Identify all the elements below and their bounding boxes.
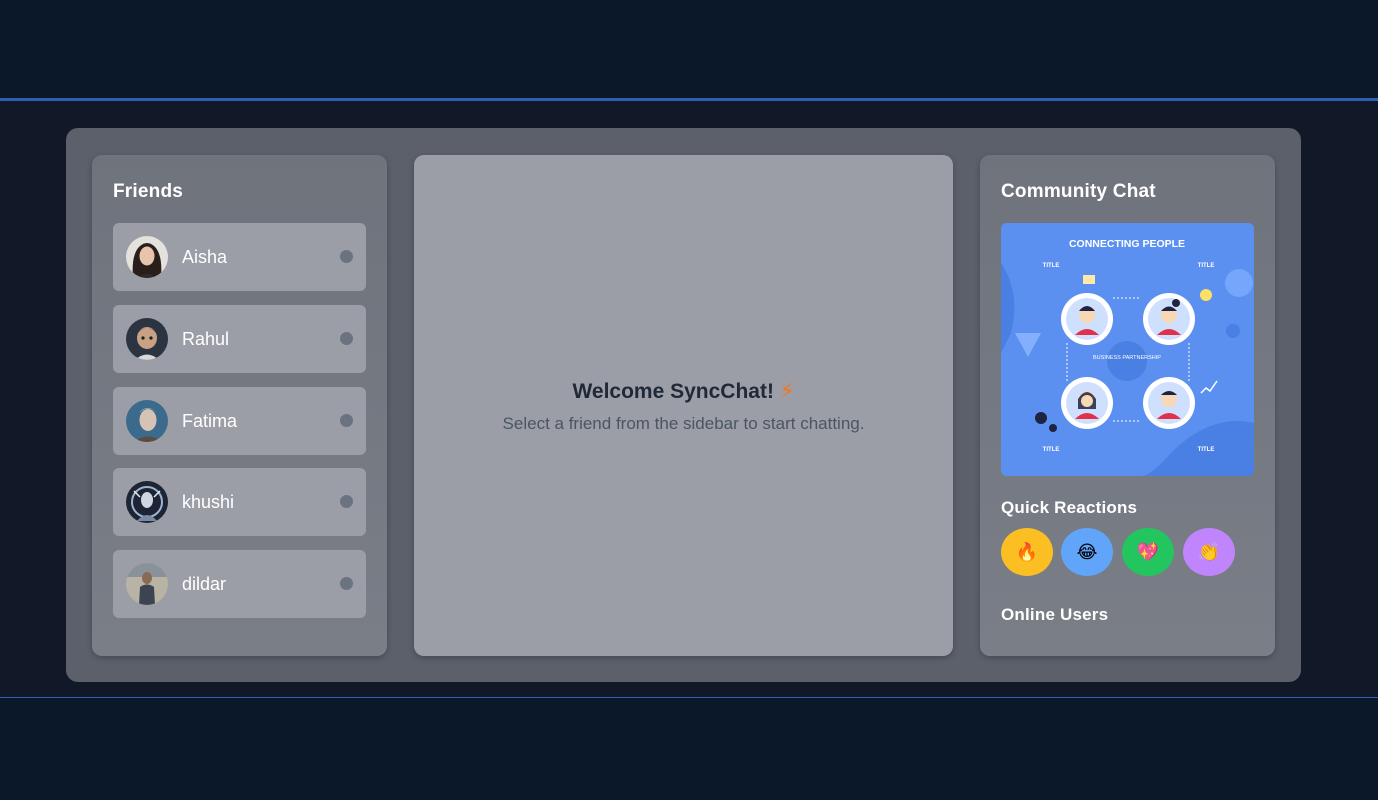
illustration-corner-label: TITLE xyxy=(1198,263,1215,269)
footer-bar xyxy=(0,697,1378,800)
reaction-heart-button[interactable]: 💖 xyxy=(1122,528,1174,576)
community-panel: Community Chat CONNECTING PEOPLE BUSINES… xyxy=(980,155,1275,656)
top-header-bar xyxy=(0,0,1378,101)
friend-name: Rahul xyxy=(182,329,230,349)
welcome-title: Welcome SyncChat! ⚡ xyxy=(414,379,953,404)
reaction-laugh-button[interactable]: 😂 xyxy=(1061,528,1113,576)
friends-sidebar: Friends Aisha Rahul Fatima khushi dildar xyxy=(92,155,387,656)
welcome-subtitle: Select a friend from the sidebar to star… xyxy=(502,414,865,433)
reaction-clap-button[interactable]: 👏 xyxy=(1183,528,1235,576)
illustration-corner-label: TITLE xyxy=(1043,447,1060,453)
friend-name: dildar xyxy=(182,574,227,594)
illustration-corner-label: TITLE xyxy=(1043,263,1060,269)
friend-name: Fatima xyxy=(182,411,238,431)
friend-item-fatima[interactable]: Fatima xyxy=(113,387,366,455)
status-dot xyxy=(340,250,353,263)
friend-item-aisha[interactable]: Aisha xyxy=(113,223,366,291)
status-dot xyxy=(340,414,353,427)
lightning-icon: ⚡ xyxy=(779,380,795,403)
avatar xyxy=(126,318,168,360)
friend-item-rahul[interactable]: Rahul xyxy=(113,305,366,373)
avatar xyxy=(126,236,168,278)
avatar xyxy=(126,481,168,523)
avatar xyxy=(126,400,168,442)
friend-item-dildar[interactable]: dildar xyxy=(113,550,366,618)
friends-title: Friends xyxy=(113,181,184,202)
friend-name: khushi xyxy=(182,492,235,512)
clap-icon: 👏 xyxy=(1197,541,1221,562)
chat-main-panel: Welcome SyncChat! ⚡ Select a friend from… xyxy=(414,155,953,656)
status-dot xyxy=(340,577,353,590)
community-illustration: CONNECTING PEOPLE BUSINESS PARTNERSHIP T… xyxy=(1001,223,1254,476)
friend-name: Aisha xyxy=(182,247,228,267)
illustration-center-label: BUSINESS PARTNERSHIP xyxy=(1093,355,1161,361)
reaction-fire-button[interactable]: 🔥 xyxy=(1001,528,1053,576)
status-dot xyxy=(340,332,353,345)
friend-item-khushi[interactable]: khushi xyxy=(113,468,366,536)
illustration-corner-label: TITLE xyxy=(1198,447,1215,453)
community-title: Community Chat xyxy=(1001,181,1156,202)
status-dot xyxy=(340,495,353,508)
avatar xyxy=(126,563,168,605)
illustration-heading: CONNECTING PEOPLE xyxy=(1069,238,1185,250)
welcome-title-text: Welcome SyncChat! xyxy=(572,380,774,403)
online-users-title: Online Users xyxy=(1001,605,1109,624)
heart-icon: 💖 xyxy=(1136,541,1160,562)
fire-icon: 🔥 xyxy=(1015,541,1039,562)
laugh-icon: 😂 xyxy=(1076,541,1098,562)
quick-reactions-title: Quick Reactions xyxy=(1001,498,1138,517)
